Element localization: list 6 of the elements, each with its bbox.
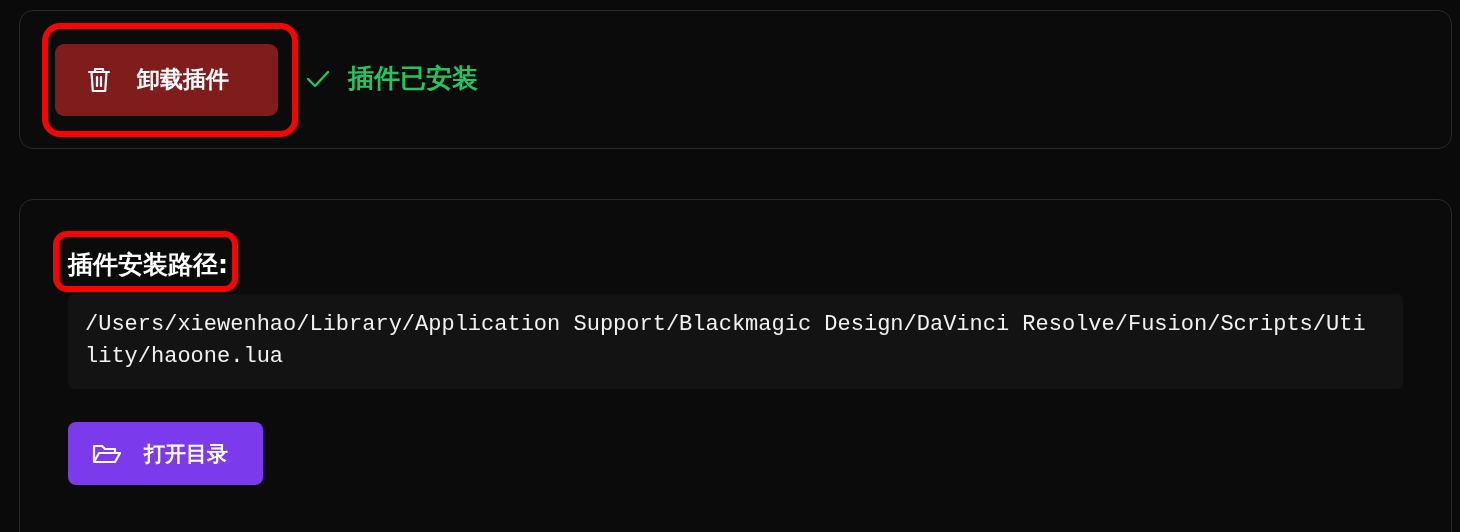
path-text: /Users/xiewenhao/Library/Application Support/Blackmagic Design/DaVinci Resolve/Fusion/Scripts/Utility/haoone.lua bbox=[68, 294, 1403, 389]
path-label: 插件安装路径: bbox=[68, 250, 228, 280]
open-folder-button[interactable]: 打开目录 bbox=[68, 422, 263, 485]
status-text: 插件已安装 bbox=[348, 62, 478, 95]
uninstall-button[interactable]: 卸载插件 bbox=[55, 43, 278, 116]
trash-icon bbox=[87, 65, 111, 94]
